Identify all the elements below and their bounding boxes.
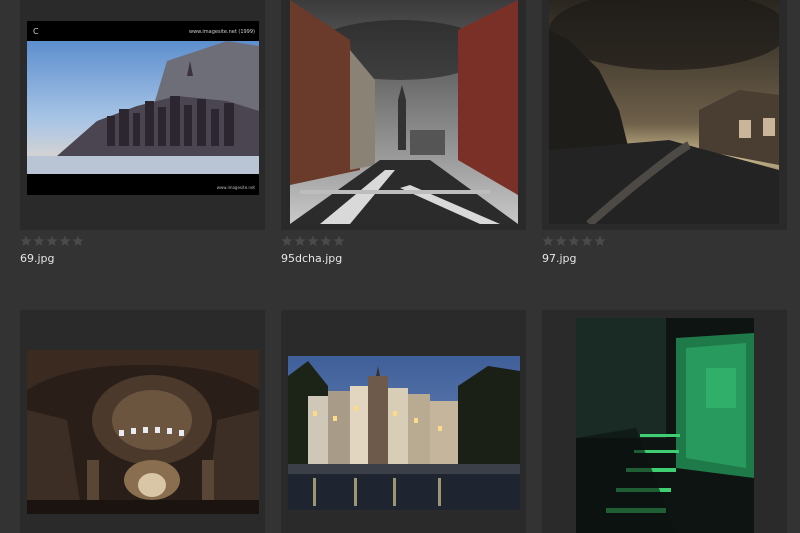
rating-stars <box>20 235 84 247</box>
star-icon[interactable] <box>72 235 84 247</box>
thumbnail-frame[interactable] <box>20 310 265 533</box>
thumbnail-frame[interactable]: C www.imagesite.net (1999) www.imagesite… <box>20 0 265 230</box>
thumbnail-filename[interactable]: 69.jpg <box>20 252 55 265</box>
star-icon[interactable] <box>568 235 580 247</box>
thumbnail-filename[interactable]: 95dcha.jpg <box>281 252 342 265</box>
thumbnail-frame[interactable] <box>281 310 526 533</box>
thumbnail-frame[interactable] <box>542 310 787 533</box>
star-icon[interactable] <box>581 235 593 247</box>
thumbnail-image[interactable] <box>549 0 779 224</box>
image-watermark-left: C <box>33 27 39 36</box>
thumbnail-grid: C www.imagesite.net (1999) www.imagesite… <box>0 0 800 533</box>
rating-stars <box>281 235 345 247</box>
thumbnail-image[interactable] <box>27 350 259 514</box>
star-icon[interactable] <box>33 235 45 247</box>
star-icon[interactable] <box>307 235 319 247</box>
thumbnail-image[interactable]: C www.imagesite.net (1999) www.imagesite… <box>27 21 259 195</box>
thumbnail-frame[interactable] <box>542 0 787 230</box>
star-icon[interactable] <box>333 235 345 247</box>
star-icon[interactable] <box>320 235 332 247</box>
star-icon[interactable] <box>294 235 306 247</box>
thumbnail-image[interactable] <box>576 318 754 533</box>
image-watermark-top: www.imagesite.net (1999) <box>189 29 255 35</box>
thumbnail-filename[interactable]: 97.jpg <box>542 252 577 265</box>
star-icon[interactable] <box>59 235 71 247</box>
star-icon[interactable] <box>594 235 606 247</box>
star-icon[interactable] <box>542 235 554 247</box>
image-watermark-bottom: www.imagesite.net <box>217 185 256 190</box>
star-icon[interactable] <box>281 235 293 247</box>
star-icon[interactable] <box>46 235 58 247</box>
thumbnail-frame[interactable] <box>281 0 526 230</box>
thumbnail-image[interactable] <box>288 356 520 510</box>
star-icon[interactable] <box>555 235 567 247</box>
star-icon[interactable] <box>20 235 32 247</box>
rating-stars <box>542 235 606 247</box>
thumbnail-image[interactable] <box>290 0 518 224</box>
